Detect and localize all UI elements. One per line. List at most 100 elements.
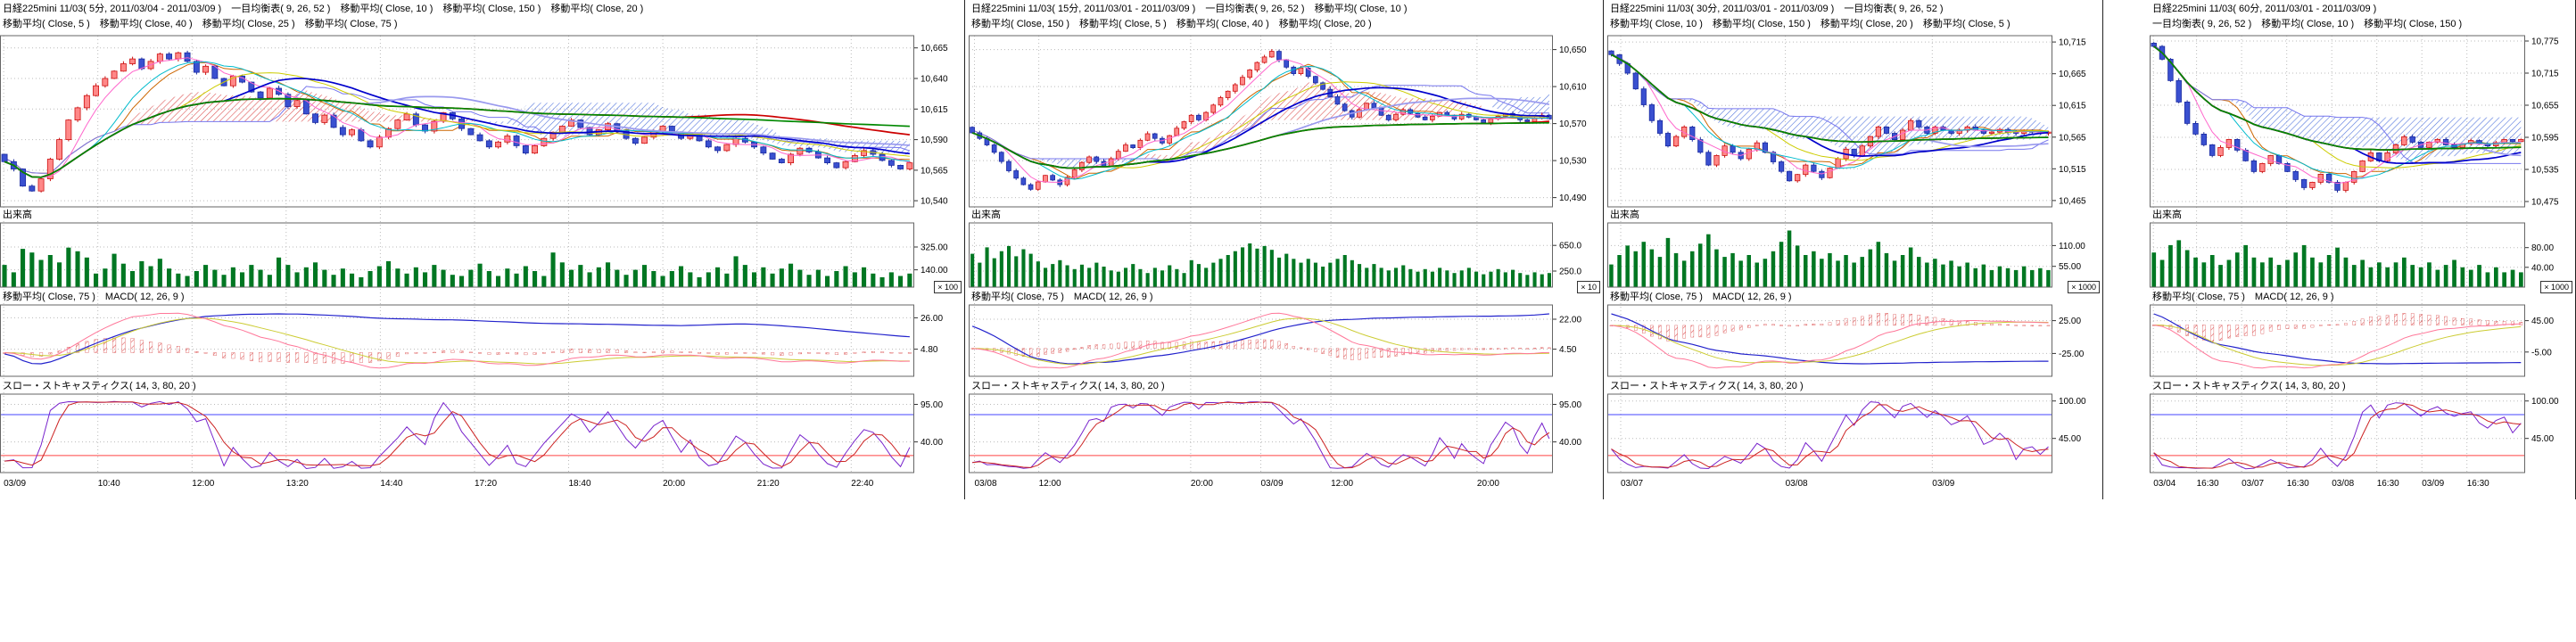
macd-label: 移動平均( Close, 75 ) MACD( 12, 26, 9 ) [1610,292,1792,303]
svg-text:80.00: 80.00 [2531,243,2554,253]
svg-text:55.00: 55.00 [2059,262,2081,272]
svg-text:10,590: 10,590 [921,136,948,145]
svg-text:10,535: 10,535 [2531,166,2559,176]
chart-canvas[interactable]: 10,715 10,665 10,615 10,565 10,515 10,465 110.… [1607,0,2102,492]
svg-text:40.00: 40.00 [2531,263,2554,273]
svg-text:20:00: 20:00 [1477,479,1499,489]
svg-text:10,540: 10,540 [921,197,948,207]
svg-text:03/09: 03/09 [1261,479,1284,489]
chart-workspace: 10,665 10,640 10,615 10,590 10,565 10,540 325.… [0,0,2576,642]
svg-text:03/07: 03/07 [1621,479,1643,489]
svg-text:16:30: 16:30 [2197,479,2219,489]
svg-text:10,715: 10,715 [2059,38,2086,48]
svg-text:03/08: 03/08 [975,479,997,489]
chart-canvas[interactable]: 10,775 10,715 10,655 10,595 10,535 10,475 80.0… [2150,0,2575,492]
chart-title: 日経225mini 11/03( 30分, 2011/03/01 - 2011/… [1610,3,2100,15]
chart-title: 日経225mini 11/03( 60分, 2011/03/01 - 2011/… [2152,3,2572,15]
svg-text:03/08: 03/08 [1786,479,1808,489]
svg-text:10,715: 10,715 [2531,70,2559,79]
svg-text:10,595: 10,595 [2531,134,2559,144]
macd-label: 移動平均( Close, 75 ) MACD( 12, 26, 9 ) [971,292,1153,303]
chart-title: 日経225mini 11/03( 15分, 2011/03/01 - 2011/… [971,3,1600,15]
svg-text:16:30: 16:30 [2287,479,2309,489]
chart-indicator-list: 移動平均( Close, 10 ) 移動平均( Close, 150 ) 移動平… [1610,18,2100,30]
svg-text:17:20: 17:20 [475,479,497,489]
svg-text:4.80: 4.80 [921,345,938,355]
volume-unit-badge: × 100 [934,281,962,293]
svg-text:16:30: 16:30 [2377,479,2399,489]
svg-text:95.00: 95.00 [921,400,943,410]
chart-panel-60min: 10,775 10,715 10,655 10,595 10,535 10,475 80.0… [2150,0,2576,499]
svg-text:03/09: 03/09 [1932,479,1954,489]
svg-text:110.00: 110.00 [2059,242,2085,251]
svg-text:25.00: 25.00 [2059,317,2081,326]
svg-text:10,650: 10,650 [1559,45,1587,55]
svg-text:10,465: 10,465 [2059,196,2086,206]
volume-unit-badge: × 10 [1577,281,1600,293]
svg-text:03/09: 03/09 [4,479,26,489]
svg-text:4.50: 4.50 [1559,345,1577,355]
svg-text:10,640: 10,640 [921,75,948,85]
svg-text:40.00: 40.00 [1559,438,1581,448]
svg-text:10,565: 10,565 [921,166,948,176]
svg-text:22:40: 22:40 [851,479,873,489]
svg-text:10,655: 10,655 [2531,102,2559,111]
svg-text:12:00: 12:00 [1331,479,1353,489]
svg-text:140.00: 140.00 [921,266,948,276]
svg-text:45.00: 45.00 [2531,434,2554,444]
stochastics-label: スロー・ストキャスティクス( 14, 3, 80, 20 ) [971,381,1165,392]
svg-text:03/04: 03/04 [2153,479,2176,489]
svg-text:03/07: 03/07 [2242,479,2264,489]
macd-label: 移動平均( Close, 75 ) MACD( 12, 26, 9 ) [2152,292,2334,303]
chart-indicator-list: 一目均衡表( 9, 26, 52 ) 移動平均( Close, 10 ) 移動平… [2152,18,2572,30]
volume-label: 出来高 [1610,210,1639,221]
chart-panel-5min: 10,66510,64010,61510,59010,56510,540325.… [0,0,965,499]
svg-text:16:30: 16:30 [2467,479,2489,489]
svg-text:10,475: 10,475 [2531,198,2559,208]
svg-text:20:00: 20:00 [663,479,685,489]
volume-label: 出来高 [2152,210,2182,221]
chart-panel-15min: 10,65010,61010,57010,53010,490650.0250.0… [969,0,1604,499]
svg-text:10,615: 10,615 [921,105,948,115]
svg-text:13:20: 13:20 [286,479,309,489]
svg-text:100.00: 100.00 [2531,397,2559,407]
svg-text:03/08: 03/08 [2332,479,2354,489]
chart-canvas[interactable]: 10,66510,64010,61510,59010,56510,540325.… [0,0,964,492]
svg-text:26.00: 26.00 [921,314,943,324]
svg-text:10,530: 10,530 [1559,157,1587,167]
chart-indicator-list: 移動平均( Close, 150 ) 移動平均( Close, 5 ) 移動平均… [971,18,1600,30]
chart-panel-30min: 10,715 10,665 10,615 10,565 10,515 10,465 110.… [1607,0,2103,499]
svg-text:18:40: 18:40 [569,479,591,489]
svg-text:10,565: 10,565 [2059,133,2086,143]
svg-text:325.00: 325.00 [921,243,948,253]
macd-label: 移動平均( Close, 75 ) MACD( 12, 26, 9 ) [3,292,185,303]
svg-text:22.00: 22.00 [1559,316,1581,325]
svg-text:14:40: 14:40 [380,479,402,489]
svg-text:10,775: 10,775 [2531,37,2559,47]
chart-title: 日経225mini 11/03( 5分, 2011/03/04 - 2011/0… [3,3,962,15]
svg-text:12:00: 12:00 [192,479,214,489]
svg-text:100.00: 100.00 [2059,397,2086,407]
chart-canvas[interactable]: 10,65010,61010,57010,53010,490650.0250.0… [969,0,1603,492]
svg-text:10,515: 10,515 [2059,165,2086,175]
svg-text:10:40: 10:40 [98,479,120,489]
svg-text:10,665: 10,665 [2059,70,2086,79]
svg-text:10,570: 10,570 [1559,119,1587,129]
svg-text:20:00: 20:00 [1191,479,1213,489]
volume-unit-badge: × 1000 [2068,281,2100,293]
chart-indicator-list: 移動平均( Close, 5 ) 移動平均( Close, 40 ) 移動平均(… [3,18,962,30]
svg-text:10,610: 10,610 [1559,83,1587,93]
svg-text:10,615: 10,615 [2059,102,2086,111]
volume-label: 出来高 [3,210,32,221]
svg-text:40.00: 40.00 [921,438,943,448]
svg-text:45.00: 45.00 [2059,434,2081,444]
svg-text:12:00: 12:00 [1039,479,1061,489]
volume-label: 出来高 [971,210,1001,221]
svg-text:-25.00: -25.00 [2059,350,2085,359]
stochastics-label: スロー・ストキャスティクス( 14, 3, 80, 20 ) [3,381,196,392]
volume-unit-badge: × 1000 [2540,281,2572,293]
svg-text:10,490: 10,490 [1559,193,1587,203]
svg-text:03/09: 03/09 [2422,479,2444,489]
stochastics-label: スロー・ストキャスティクス( 14, 3, 80, 20 ) [1610,381,1804,392]
svg-text:45.00: 45.00 [2531,317,2554,326]
